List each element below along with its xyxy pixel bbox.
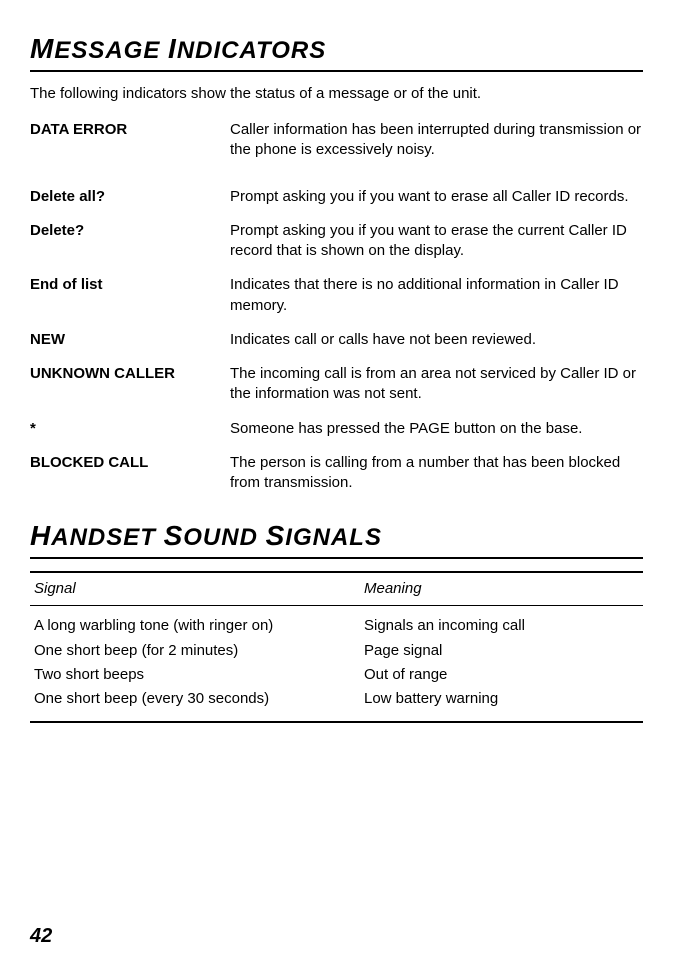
indicator-term: NEW [30, 330, 230, 350]
meaning-cell: Low battery warning [364, 689, 639, 709]
indicator-row: BLOCKED CALL The person is calling from … [30, 453, 643, 494]
indicator-desc: Caller information has been interrupted … [230, 120, 643, 161]
signal-cell: Two short beeps [34, 665, 364, 685]
meaning-cell: Signals an incoming call [364, 616, 639, 636]
intro-text: The following indicators show the status… [30, 84, 643, 104]
indicator-desc: Someone has pressed the PAGE button on t… [230, 419, 643, 439]
indicator-row: DATA ERROR Caller information has been i… [30, 120, 643, 161]
meaning-cell: Out of range [364, 665, 639, 685]
indicator-row: End of list Indicates that there is no a… [30, 275, 643, 316]
indicator-term: UNKNOWN CALLER [30, 364, 230, 405]
signals-table: Signal Meaning A long warbling tone (wit… [30, 571, 643, 723]
section-title-message-indicators: MESSAGE INDICATORS [30, 30, 643, 72]
indicator-row: Delete? Prompt asking you if you want to… [30, 221, 643, 262]
table-row: One short beep (for 2 minutes) Page sign… [34, 639, 639, 663]
meaning-cell: Page signal [364, 641, 639, 661]
indicator-term: DATA ERROR [30, 120, 230, 161]
table-header: Signal Meaning [30, 571, 643, 606]
indicator-desc: Indicates call or calls have not been re… [230, 330, 643, 350]
indicator-term: BLOCKED CALL [30, 453, 230, 494]
indicator-desc: Indicates that there is no additional in… [230, 275, 643, 316]
header-meaning: Meaning [364, 579, 639, 599]
table-body: A long warbling tone (with ringer on) Si… [30, 606, 643, 723]
header-signal: Signal [34, 579, 364, 599]
signal-cell: A long warbling tone (with ringer on) [34, 616, 364, 636]
indicator-row: * Someone has pressed the PAGE button on… [30, 419, 643, 439]
indicator-desc: Prompt asking you if you want to erase t… [230, 221, 643, 262]
table-row: A long warbling tone (with ringer on) Si… [34, 614, 639, 638]
indicator-term: End of list [30, 275, 230, 316]
indicator-row: NEW Indicates call or calls have not bee… [30, 330, 643, 350]
table-row: One short beep (every 30 seconds) Low ba… [34, 687, 639, 711]
table-row: Two short beeps Out of range [34, 663, 639, 687]
indicator-row: UNKNOWN CALLER The incoming call is from… [30, 364, 643, 405]
page-number: 42 [30, 923, 643, 950]
section-title-handset-sound-signals: HANDSET SOUND SIGNALS [30, 517, 643, 559]
indicator-term: Delete all? [30, 187, 230, 207]
indicator-row: Delete all? Prompt asking you if you wan… [30, 187, 643, 207]
indicator-desc: Prompt asking you if you want to erase a… [230, 187, 643, 207]
signal-cell: One short beep (every 30 seconds) [34, 689, 364, 709]
indicator-desc: The person is calling from a number that… [230, 453, 643, 494]
indicator-term: Delete? [30, 221, 230, 262]
indicator-term: * [30, 419, 230, 439]
signal-cell: One short beep (for 2 minutes) [34, 641, 364, 661]
indicator-desc: The incoming call is from an area not se… [230, 364, 643, 405]
indicators-list: DATA ERROR Caller information has been i… [30, 120, 643, 493]
